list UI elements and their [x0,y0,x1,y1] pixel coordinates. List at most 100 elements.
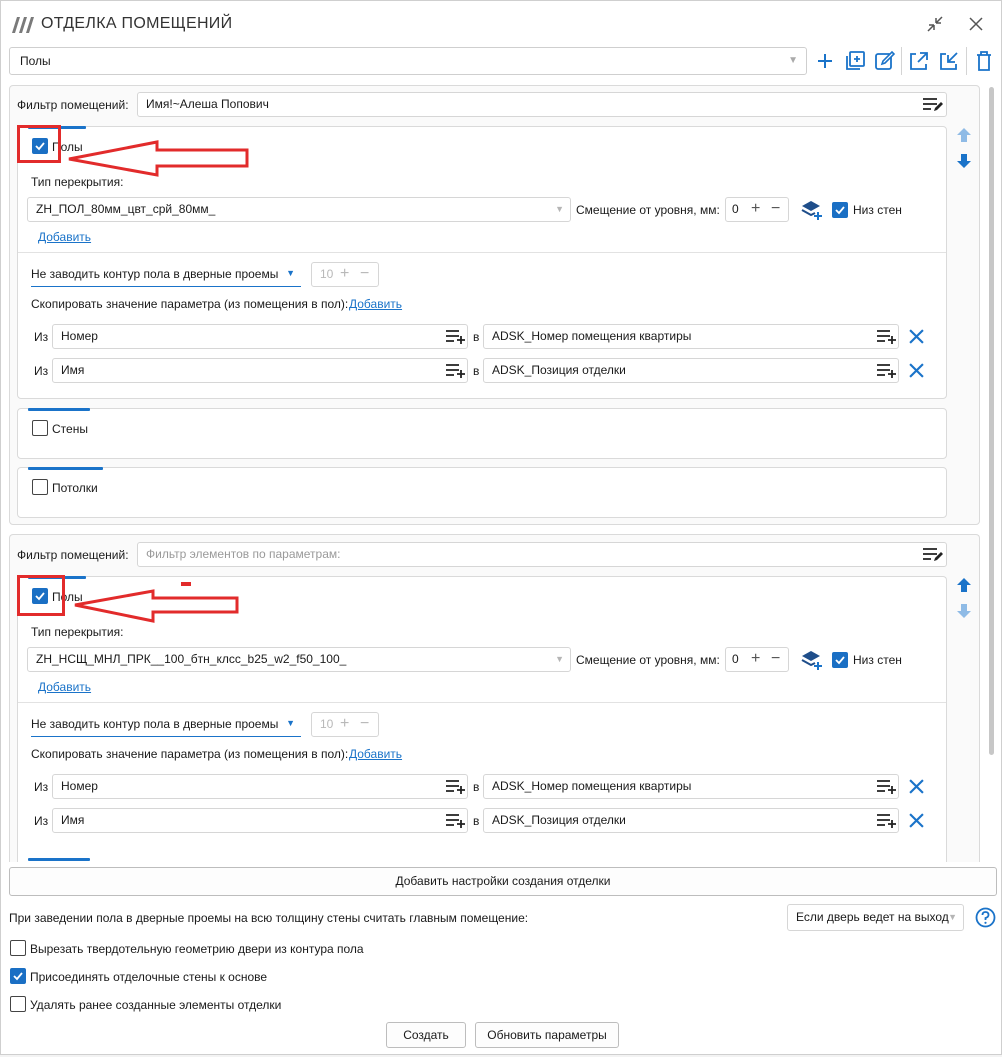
from-param-input[interactable]: Имя [52,358,468,383]
room-filter-input[interactable]: Фильтр элементов по параметрам: [137,542,947,567]
door-mode-select[interactable]: Не заводить контур пола в дверные проемы… [31,717,301,737]
update-params-button[interactable]: Обновить параметры [475,1022,619,1048]
remove-row-icon[interactable] [909,363,924,378]
offset-value: 0 [732,652,739,666]
to-param-input[interactable]: ADSK_Номер помещения квартиры [483,324,899,349]
to-label: в [473,814,480,828]
from-param-input[interactable]: Номер [52,774,468,799]
minus-icon[interactable]: − [771,648,780,670]
walls-checkbox[interactable] [32,420,48,436]
walls-panel [17,408,947,459]
plus-icon[interactable]: + [751,198,760,220]
join-walls-checkbox[interactable] [10,968,26,984]
app-logo-icon [12,17,34,33]
ceilings-panel [17,467,947,518]
help-icon[interactable] [975,907,996,928]
finishing-dialog: ОТДЕЛКА ПОМЕЩЕНИЙ Полы ▼ Фильтр помещени… [0,0,1002,1055]
delete-preset-icon[interactable] [974,50,994,72]
cut-door-geometry-checkbox[interactable] [10,940,26,956]
room-filter-value: Имя!~Алеша Попович [146,97,269,111]
door-mode-select[interactable]: Не заводить контур пола в дверные проемы… [31,267,301,287]
remove-row-icon[interactable] [909,779,924,794]
edit-preset-icon[interactable] [874,50,896,72]
minus-icon[interactable]: − [771,198,780,220]
panel-accent-bar [28,467,103,470]
add-settings-button[interactable]: Добавить настройки создания отделки [9,867,997,896]
door-depth-stepper[interactable]: 10 + − [311,712,379,737]
room-filter-input[interactable]: Имя!~Алеша Попович [137,92,947,117]
offset-label: Смещение от уровня, мм: [576,203,720,217]
list-add-icon[interactable] [445,779,467,795]
offset-stepper[interactable]: 0 + − [725,647,789,672]
offset-stepper[interactable]: 0 + − [725,197,789,222]
overlap-type-label: Тип перекрытия: [31,625,124,639]
layers-add-icon[interactable] [801,199,823,221]
cut-door-geometry-label: Вырезать твердотельную геометрию двери и… [30,942,364,956]
copy-param-label: Скопировать значение параметра (из помещ… [31,297,349,311]
filter-edit-icon[interactable] [922,547,944,563]
remove-row-icon[interactable] [909,813,924,828]
to-param-input[interactable]: ADSK_Позиция отделки [483,808,899,833]
add-preset-icon[interactable] [815,51,835,71]
list-add-icon[interactable] [445,363,467,379]
offset-value: 0 [732,202,739,216]
ceilings-checkbox[interactable] [32,479,48,495]
add-param-link[interactable]: Добавить [349,297,402,311]
list-add-icon[interactable] [445,813,467,829]
divider [18,702,946,703]
main-room-value: Если дверь ведет на выход [796,910,949,924]
minus-icon: − [360,715,370,732]
move-down-icon[interactable] [956,603,972,619]
filter-edit-icon[interactable] [922,97,944,113]
join-walls-label: Присоединять отделочные стены к основе [30,970,268,984]
remove-row-icon[interactable] [909,329,924,344]
main-room-select[interactable]: Если дверь ведет на выход ▼ [787,904,964,931]
export-icon[interactable] [908,50,930,72]
minus-icon: − [360,265,370,282]
door-depth-stepper[interactable]: 10 + − [311,262,379,287]
overlap-type-select[interactable]: ZH_НСЩ_МНЛ_ПРК__100_бтн_клсс_b25_w2_f50_… [27,647,571,672]
to-label: в [473,330,480,344]
scrollbar[interactable] [989,87,994,755]
delete-previous-checkbox[interactable] [10,996,26,1012]
duplicate-preset-icon[interactable] [844,50,866,72]
preset-select[interactable]: Полы ▼ [9,47,807,75]
to-param-input[interactable]: ADSK_Позиция отделки [483,358,899,383]
add-overlap-link[interactable]: Добавить [38,680,91,694]
from-param-input[interactable]: Номер [52,324,468,349]
panel-accent-bar [28,408,90,411]
to-param-value: ADSK_Номер помещения квартиры [492,779,692,793]
from-label: Из [34,364,49,378]
list-add-icon[interactable] [445,329,467,345]
overlap-type-value: ZH_НСЩ_МНЛ_ПРК__100_бтн_клсс_b25_w2_f50_… [36,652,347,666]
collapse-icon[interactable] [926,15,944,33]
list-add-icon[interactable] [876,363,898,379]
from-param-input[interactable]: Имя [52,808,468,833]
wall-bottom-label: Низ стен [853,203,902,217]
window-title: ОТДЕЛКА ПОМЕЩЕНИЙ [41,15,233,32]
ceilings-label: Потолки [52,481,98,495]
overlap-type-select[interactable]: ZH_ПОЛ_80мм_цвт_срй_80мм_ ▼ [27,197,571,222]
room-filter-placeholder: Фильтр элементов по параметрам: [146,547,341,561]
import-icon[interactable] [938,50,960,72]
list-add-icon[interactable] [876,779,898,795]
add-param-link[interactable]: Добавить [349,747,402,761]
plus-icon[interactable]: + [751,648,760,670]
move-up-icon[interactable] [956,577,972,593]
add-overlap-link[interactable]: Добавить [38,230,91,244]
move-up-icon[interactable] [956,127,972,143]
door-mode-value: Не заводить контур пола в дверные проемы [31,267,279,281]
chevron-down-icon: ▼ [555,654,564,664]
create-button[interactable]: Создать [386,1022,466,1048]
to-param-value: ADSK_Позиция отделки [492,813,626,827]
close-icon[interactable] [969,17,983,31]
list-add-icon[interactable] [876,813,898,829]
wall-bottom-checkbox[interactable] [832,202,848,218]
to-param-input[interactable]: ADSK_Номер помещения квартиры [483,774,899,799]
from-param-value: Имя [61,363,85,377]
move-down-icon[interactable] [956,153,972,169]
layers-add-icon[interactable] [801,649,823,671]
list-add-icon[interactable] [876,329,898,345]
overlap-type-value: ZH_ПОЛ_80мм_цвт_срй_80мм_ [36,202,216,216]
wall-bottom-checkbox[interactable] [832,652,848,668]
